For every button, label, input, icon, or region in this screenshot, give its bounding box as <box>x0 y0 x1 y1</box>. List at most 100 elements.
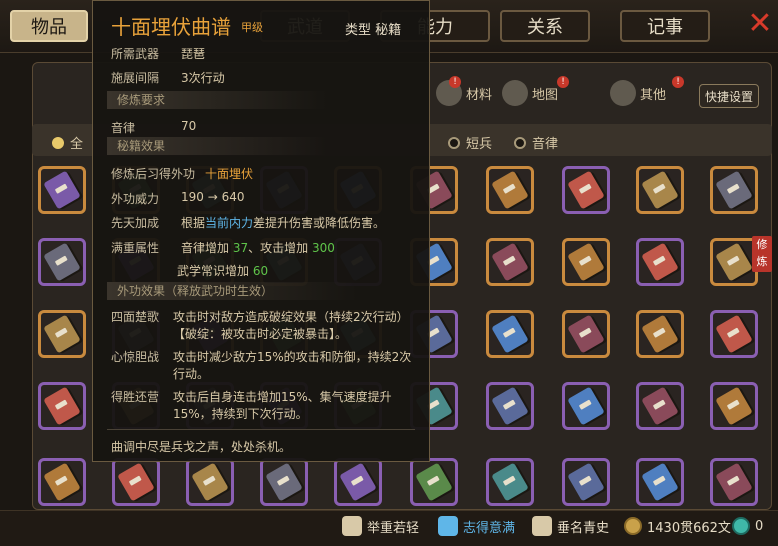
book-icon <box>491 170 529 210</box>
inventory-slot[interactable] <box>562 310 610 358</box>
inventory-slot[interactable] <box>710 166 758 214</box>
book-icon <box>43 386 81 426</box>
tab-journal[interactable]: 记事 <box>620 10 710 42</box>
inventory-slot[interactable] <box>486 166 534 214</box>
notification-badge: ! <box>449 76 461 88</box>
book-icon <box>567 242 605 282</box>
book-icon <box>567 462 605 502</box>
inventory-slot[interactable] <box>260 458 308 506</box>
map-icon <box>502 80 528 106</box>
book-icon <box>641 462 679 502</box>
tooltip-grade: 甲级 <box>241 21 263 34</box>
inventory-slot[interactable] <box>38 458 86 506</box>
inventory-slot[interactable] <box>38 382 86 430</box>
status-item-1[interactable]: 举重若轻 <box>342 514 419 538</box>
status-label: 垂名青史 <box>557 520 610 536</box>
learn-label: 修炼后习得外功 <box>111 167 196 181</box>
category-materials[interactable]: 材料 <box>436 76 492 110</box>
inventory-slot[interactable] <box>710 310 758 358</box>
close-icon[interactable]: ✕ <box>746 6 774 42</box>
book-icon <box>715 462 753 502</box>
requirement-row: 音律 70 <box>111 119 196 136</box>
status-item-2[interactable]: 志得意满 <box>438 514 515 538</box>
full-label: 满重属性 <box>111 241 160 255</box>
weapon-value: 琵琶 <box>181 47 206 61</box>
category-map[interactable]: 地图 <box>502 76 558 110</box>
full-text-2: 武学常识增加 60 <box>177 264 269 278</box>
type-label: 类型 <box>345 23 372 38</box>
book-icon <box>715 242 753 282</box>
strength-icon <box>342 516 362 536</box>
effect-name: 得胜还营 <box>111 390 160 404</box>
category-label: 材料 <box>466 87 493 103</box>
divider <box>107 429 415 430</box>
category-other[interactable]: 其他 <box>610 76 666 110</box>
interval-row: 施展间隔 3次行动 <box>111 69 225 86</box>
type-value: 秘籍 <box>375 23 402 38</box>
inventory-slot[interactable] <box>410 458 458 506</box>
effect-desc: 攻击时对敌方造成破绽效果（持续2次行动）【破绽：被攻击时必定被暴击】。 <box>173 310 409 341</box>
effect-desc: 攻击后自身连击增加15%、集气速度提升15%，持续到下次行动。 <box>173 390 392 421</box>
status-item-3[interactable]: 垂名青史 <box>532 514 609 538</box>
flavor-text: 曲调中尽是兵戈之声，处处杀机。 <box>111 438 291 455</box>
fame-icon <box>532 516 552 536</box>
inventory-slot[interactable] <box>334 458 382 506</box>
power-row: 外功威力 190 → 640 <box>111 190 245 207</box>
book-icon <box>265 462 303 502</box>
tab-items[interactable]: 物品 <box>10 10 88 42</box>
inventory-slot[interactable] <box>636 310 684 358</box>
inventory-slot[interactable] <box>710 382 758 430</box>
book-icon <box>43 462 81 502</box>
bonus-label: 先天加成 <box>111 216 160 230</box>
inventory-slot[interactable] <box>562 382 610 430</box>
orb-value: 0 <box>755 518 764 534</box>
inventory-slot[interactable] <box>38 310 86 358</box>
inventory-slot[interactable] <box>112 458 160 506</box>
inventory-slot[interactable] <box>486 458 534 506</box>
inventory-slot[interactable] <box>486 238 534 286</box>
requirement-label: 音律 <box>111 121 136 135</box>
flavor-line: 曲调中尽是兵戈之声，处处杀机。 <box>111 440 292 454</box>
section-external-effects: 外功效果（释放武功时生效） <box>107 282 357 300</box>
inventory-slot[interactable] <box>486 310 534 358</box>
inventory-slot[interactable] <box>38 166 86 214</box>
learn-value: 十面埋伏 <box>205 167 254 181</box>
inventory-slot[interactable] <box>710 458 758 506</box>
book-icon <box>339 462 377 502</box>
orb-icon <box>732 517 750 535</box>
orb-display: 0 <box>732 514 763 538</box>
quick-settings-button[interactable]: 快捷设置 <box>699 84 759 108</box>
effect-name: 四面楚歌 <box>111 310 160 324</box>
filter-music[interactable]: 音律 <box>514 133 558 152</box>
full-text: 音律增加 37、攻击增加 300 <box>181 241 335 255</box>
inventory-slot[interactable] <box>636 458 684 506</box>
inventory-slot[interactable] <box>636 238 684 286</box>
inventory-slot[interactable] <box>186 458 234 506</box>
filter-label: 全 <box>70 137 84 152</box>
inventory-slot[interactable] <box>486 382 534 430</box>
interval-value: 3次行动 <box>181 71 225 85</box>
filter-label: 音律 <box>532 137 559 152</box>
tooltip-title: 十面埋伏曲谱 <box>111 15 231 39</box>
inventory-slot[interactable] <box>636 382 684 430</box>
book-icon <box>715 314 753 354</box>
book-icon <box>491 386 529 426</box>
inventory-slot[interactable] <box>38 238 86 286</box>
filter-short-weapon[interactable]: 短兵 <box>448 133 492 152</box>
item-tooltip: 十面埋伏曲谱 甲级 类型 秘籍 所需武器 琵琶 施展间隔 3次行动 修炼要求 音… <box>92 0 430 462</box>
inventory-slot[interactable] <box>636 166 684 214</box>
power-label: 外功威力 <box>111 192 160 206</box>
tab-relations[interactable]: 关系 <box>500 10 590 42</box>
radio-icon <box>514 136 526 149</box>
full-attribute-row: 满重属性 音律增加 37、攻击增加 300 <box>111 239 335 256</box>
inventory-slot[interactable] <box>562 458 610 506</box>
inventory-slot[interactable] <box>710 238 758 286</box>
inventory-slot[interactable] <box>562 238 610 286</box>
inventory-slot[interactable] <box>562 166 610 214</box>
book-icon <box>117 462 155 502</box>
power-value: 190 → 640 <box>181 190 245 204</box>
book-icon <box>641 314 679 354</box>
effect-desc: 攻击时减少敌方15%的攻击和防御，持续2次行动。 <box>173 350 412 381</box>
filter-all[interactable]: 全 <box>52 133 83 152</box>
book-icon <box>641 242 679 282</box>
